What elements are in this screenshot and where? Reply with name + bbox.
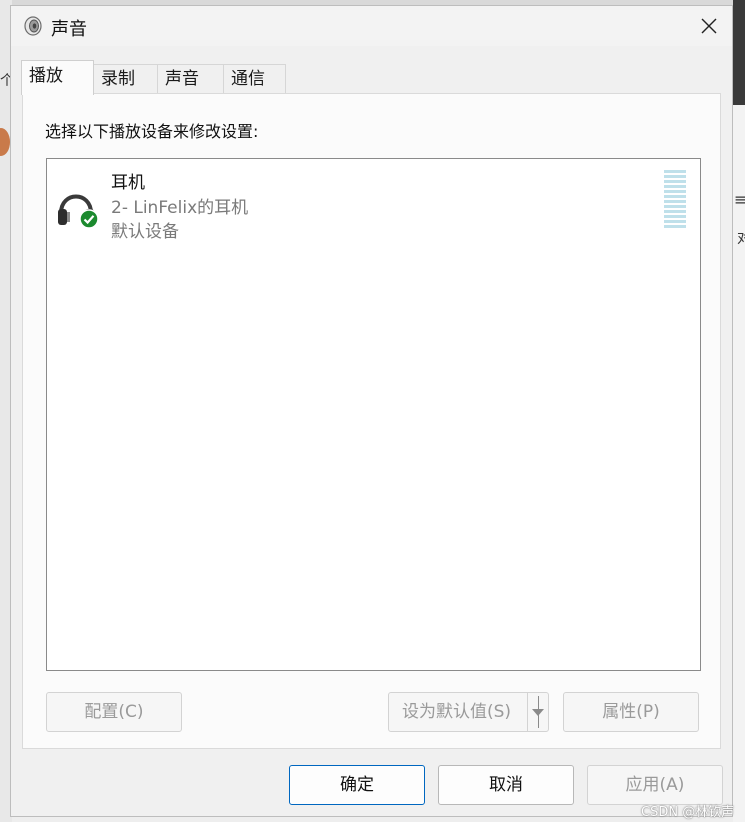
ok-button[interactable]: 确定: [289, 765, 425, 805]
background-titlebar: [733, 0, 745, 105]
cancel-button[interactable]: 取消: [438, 765, 574, 805]
title-bar: 声音: [11, 6, 732, 46]
device-name: 耳机: [111, 173, 145, 193]
background-window-right: ≡ 对: [733, 0, 745, 822]
hamburger-icon: ≡: [734, 190, 745, 209]
device-status: 默认设备: [111, 222, 179, 242]
headphones-icon: [55, 181, 103, 233]
check-circle-icon: [79, 209, 99, 229]
device-item-headphones[interactable]: 耳机 2- LinFelix的耳机 默认设备: [53, 167, 693, 247]
background-glyph: 对: [737, 231, 745, 247]
properties-button[interactable]: 属性(P): [563, 692, 699, 732]
watermark: CSDN @林钦声: [641, 805, 735, 820]
close-button[interactable]: [686, 6, 732, 46]
split-button-divider: [538, 696, 539, 728]
tab-playback[interactable]: 播放: [21, 60, 94, 95]
close-icon: [701, 18, 717, 34]
tab-recording[interactable]: 录制: [93, 64, 158, 93]
speaker-icon: [23, 16, 43, 36]
tab-sounds[interactable]: 声音: [157, 64, 224, 93]
tab-communications[interactable]: 通信: [223, 64, 286, 93]
configure-button[interactable]: 配置(C): [46, 692, 182, 732]
playback-device-list[interactable]: 耳机 2- LinFelix的耳机 默认设备: [46, 158, 701, 671]
playback-panel: 选择以下播放设备来修改设置: 耳机 2- LinFelix的耳机 默认设备 配置…: [22, 93, 721, 749]
device-description: 2- LinFelix的耳机: [111, 198, 249, 218]
window-title: 声音: [51, 19, 87, 40]
set-default-button[interactable]: 设为默认值(S): [388, 692, 528, 732]
sound-dialog: 声音 播放 录制 声音 通信 选择以下播放设备来修改设置: 耳机 2- LinF…: [10, 5, 735, 820]
volume-level-meter: [664, 170, 686, 228]
instruction-text: 选择以下播放设备来修改设置:: [45, 122, 259, 141]
apply-button[interactable]: 应用(A): [587, 765, 723, 805]
background-avatar: [0, 128, 10, 156]
